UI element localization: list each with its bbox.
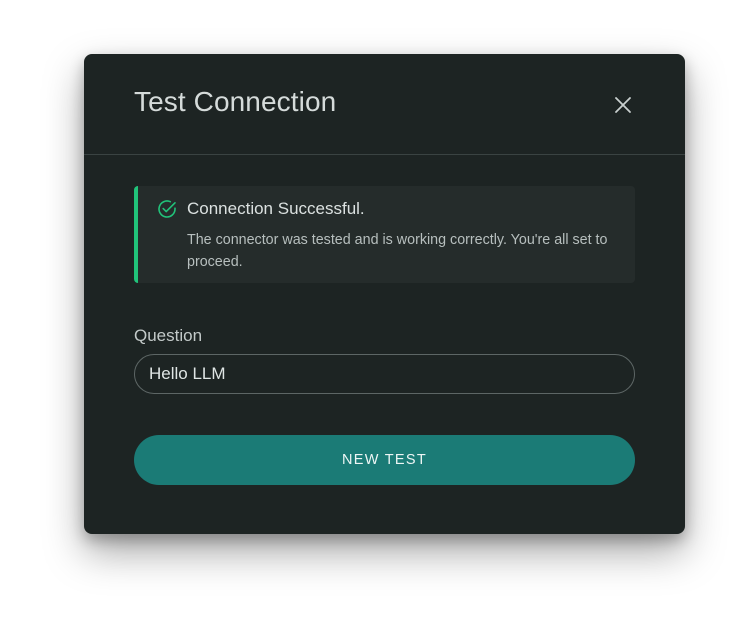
dialog-header: Test Connection [84,54,685,155]
question-input[interactable] [134,354,635,394]
close-icon [615,97,631,113]
close-button[interactable] [610,92,636,118]
check-circle-icon [158,200,176,218]
question-label: Question [134,326,203,345]
alert-message: The connector was tested and is working … [187,232,608,270]
test-connection-dialog: Test Connection Connection Successful. T… [84,54,685,534]
alert-title: Connection Successful. [187,199,365,218]
success-alert: Connection Successful. The connector was… [134,186,635,283]
dialog-title: Test Connection [134,86,337,117]
new-test-button[interactable]: NEW TEST [134,435,635,485]
